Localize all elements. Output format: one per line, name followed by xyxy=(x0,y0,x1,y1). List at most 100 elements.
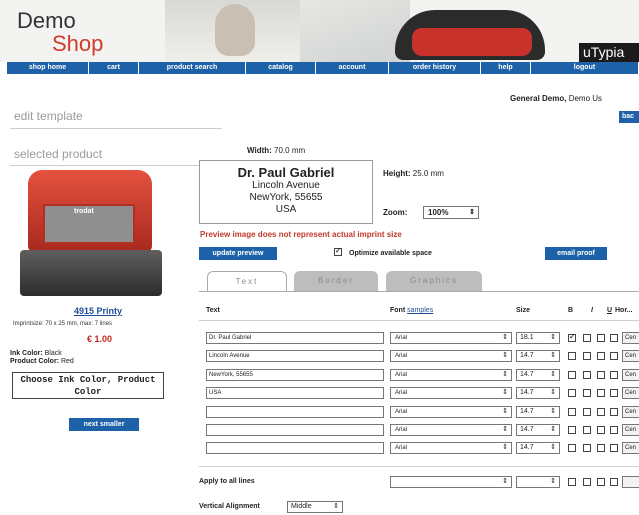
line-italic-checkbox[interactable] xyxy=(583,389,591,397)
nav-account[interactable]: account xyxy=(316,62,389,74)
line-align-select[interactable]: Cen xyxy=(622,350,639,362)
line-italic-checkbox[interactable] xyxy=(583,408,591,416)
product-name-link[interactable]: 4915 Printy xyxy=(74,306,122,316)
line-size-select[interactable]: 14.7 ⇕ xyxy=(516,442,560,454)
nav-shop-home[interactable]: shop home xyxy=(7,62,89,74)
col-header-alignment: Hor... xyxy=(615,307,633,314)
line-font-select[interactable]: Arial ⇕ xyxy=(390,387,512,399)
font-header-label: Font xyxy=(390,307,406,314)
logo-shop-text: Shop xyxy=(52,31,104,56)
line-bold-checkbox[interactable] xyxy=(568,389,576,397)
col-header-font: Font samples xyxy=(390,307,433,314)
zoom-label: Zoom: xyxy=(383,208,408,217)
chevron-updown-icon: ⇕ xyxy=(550,389,556,396)
nav-order-history[interactable]: order history xyxy=(389,62,481,74)
line-underline-checkbox[interactable] xyxy=(597,426,605,434)
line-bold-checkbox[interactable] xyxy=(568,332,576,342)
apply-all-extra-checkbox[interactable] xyxy=(610,478,618,486)
line-underline-checkbox[interactable] xyxy=(597,408,605,416)
line-align-select[interactable]: Cen xyxy=(622,406,639,418)
line-font-select[interactable]: Arial ⇕ xyxy=(390,332,512,344)
line-text-input[interactable]: Dr. Paul Gabriel xyxy=(206,332,384,344)
line-font-select[interactable]: Arial ⇕ xyxy=(390,350,512,362)
line-italic-checkbox[interactable] xyxy=(583,334,591,342)
divider xyxy=(10,165,200,166)
apply-all-underline-checkbox[interactable] xyxy=(597,478,605,486)
optimize-space-checkbox[interactable] xyxy=(334,246,342,256)
line-size-select[interactable]: 14.7 ⇕ xyxy=(516,424,560,436)
line-size-value: 14.7 xyxy=(520,408,534,415)
col-header-italic: I xyxy=(591,307,593,314)
samples-link[interactable]: samples xyxy=(407,307,433,314)
nav-catalog[interactable]: catalog xyxy=(246,62,316,74)
back-button[interactable]: bac xyxy=(619,111,639,123)
product-image[interactable]: trodat xyxy=(18,170,168,298)
line-extra-checkbox[interactable] xyxy=(610,408,618,416)
line-align-select[interactable]: Cen xyxy=(622,332,639,344)
line-font-select[interactable]: Arial ⇕ xyxy=(390,406,512,418)
apply-all-font-select[interactable]: ⇕ xyxy=(390,476,512,488)
product-color-line: Product Color: Red xyxy=(10,358,74,365)
line-bold-checkbox[interactable] xyxy=(568,352,576,360)
choose-ink-color-button[interactable]: Choose Ink Color, Product Color xyxy=(12,372,164,399)
line-size-select[interactable]: 14.7 ⇕ xyxy=(516,406,560,418)
line-size-select[interactable]: 14.7 ⇕ xyxy=(516,350,560,362)
line-underline-checkbox[interactable] xyxy=(597,389,605,397)
vertical-alignment-select[interactable]: Middle ⇕ xyxy=(287,501,343,513)
tab-border[interactable]: Border xyxy=(294,271,378,291)
line-italic-checkbox[interactable] xyxy=(583,352,591,360)
line-bold-checkbox[interactable] xyxy=(568,444,576,452)
line-align-select[interactable]: Cen xyxy=(622,369,639,381)
next-smaller-button[interactable]: next smaller xyxy=(69,418,139,431)
line-extra-checkbox[interactable] xyxy=(610,426,618,434)
line-font-select[interactable]: Arial ⇕ xyxy=(390,424,512,436)
line-text-input[interactable]: Lincoln Avenue xyxy=(206,350,384,362)
line-size-select[interactable]: 14.7 ⇕ xyxy=(516,369,560,381)
line-italic-checkbox[interactable] xyxy=(583,371,591,379)
line-italic-checkbox[interactable] xyxy=(583,444,591,452)
email-proof-button[interactable]: email proof xyxy=(545,247,607,260)
line-extra-checkbox[interactable] xyxy=(610,371,618,379)
chevron-updown-icon: ⇕ xyxy=(550,426,556,433)
line-bold-checkbox[interactable] xyxy=(568,426,576,434)
optimize-space-label: Optimize available space xyxy=(349,250,432,257)
line-text-input[interactable] xyxy=(206,406,384,418)
line-bold-checkbox[interactable] xyxy=(568,408,576,416)
line-size-value: 14.7 xyxy=(520,389,534,396)
line-underline-checkbox[interactable] xyxy=(597,352,605,360)
line-text-input[interactable] xyxy=(206,442,384,454)
zoom-select[interactable]: 100% ⇕ xyxy=(423,206,479,219)
line-text-input[interactable] xyxy=(206,424,384,436)
product-color-value: Red xyxy=(60,358,74,365)
tab-graphics[interactable]: Graphics xyxy=(386,271,482,291)
apply-all-bold-checkbox[interactable] xyxy=(568,478,576,486)
line-align-select[interactable]: Cen xyxy=(622,387,639,399)
apply-all-italic-checkbox[interactable] xyxy=(583,478,591,486)
nav-logout[interactable]: logout xyxy=(531,62,639,74)
line-size-select[interactable]: 18.1 ⇕ xyxy=(516,332,560,344)
apply-all-align-select[interactable] xyxy=(622,476,639,488)
line-size-select[interactable]: 14.7 ⇕ xyxy=(516,387,560,399)
line-underline-checkbox[interactable] xyxy=(597,444,605,452)
line-align-select[interactable]: Cen xyxy=(622,424,639,436)
line-align-select[interactable]: Cen xyxy=(622,442,639,454)
line-italic-checkbox[interactable] xyxy=(583,426,591,434)
line-extra-checkbox[interactable] xyxy=(610,334,618,342)
line-font-select[interactable]: Arial ⇕ xyxy=(390,442,512,454)
line-font-value: Arial xyxy=(395,390,408,396)
line-text-input[interactable]: NewYork, 55655 xyxy=(206,369,384,381)
nav-help[interactable]: help xyxy=(481,62,531,74)
line-underline-checkbox[interactable] xyxy=(597,334,605,342)
nav-cart[interactable]: cart xyxy=(89,62,139,74)
line-extra-checkbox[interactable] xyxy=(610,389,618,397)
apply-all-size-select[interactable]: ⇕ xyxy=(516,476,560,488)
line-extra-checkbox[interactable] xyxy=(610,352,618,360)
line-bold-checkbox[interactable] xyxy=(568,371,576,379)
line-text-input[interactable]: USA xyxy=(206,387,384,399)
line-underline-checkbox[interactable] xyxy=(597,371,605,379)
update-preview-button[interactable]: update preview xyxy=(199,247,277,260)
line-extra-checkbox[interactable] xyxy=(610,444,618,452)
nav-product-search[interactable]: product search xyxy=(139,62,246,74)
tab-text[interactable]: Text xyxy=(207,271,287,291)
line-font-select[interactable]: Arial ⇕ xyxy=(390,369,512,381)
